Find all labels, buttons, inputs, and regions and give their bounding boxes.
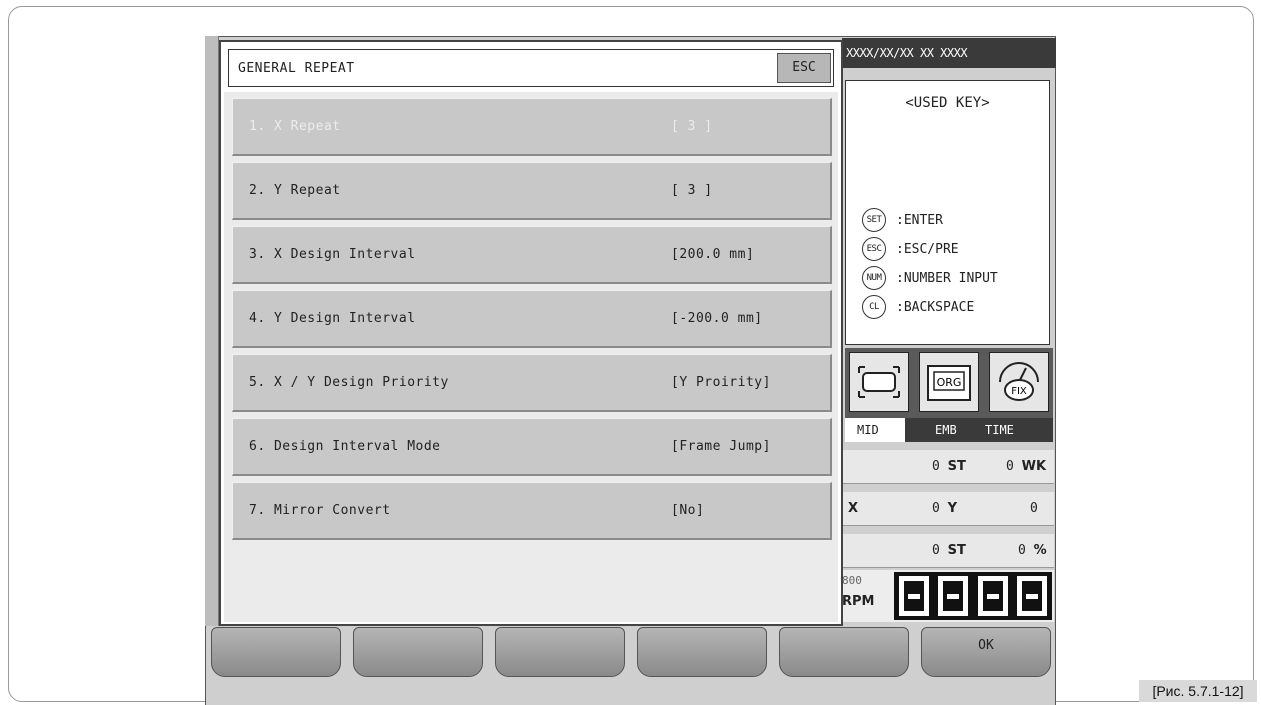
dialog-body: 1. X Repeat [ 3 ] 2. Y Repeat [ 3 ] 3. X… — [224, 92, 838, 622]
dialog-title: GENERAL REPEAT — [238, 61, 355, 76]
soft-key-4[interactable] — [637, 627, 767, 677]
key-label: :ENTER — [896, 212, 943, 228]
menu-item-value: [Frame Jump] — [671, 439, 771, 454]
screen-left-edge — [205, 36, 219, 626]
key-label: :ESC/PRE — [896, 241, 959, 257]
menu-item-y-repeat[interactable]: 2. Y Repeat [ 3 ] — [232, 162, 832, 220]
general-repeat-dialog: GENERAL REPEAT ESC 1. X Repeat [ 3 ] 2. … — [219, 40, 843, 626]
stat-row-stitch-percent: 0 ST 0 % — [842, 534, 1054, 568]
rpm-unit: RPM — [842, 594, 875, 609]
segment-digit — [938, 576, 969, 616]
menu-item-label: 2. Y Repeat — [249, 183, 341, 198]
menu-item-y-design-interval[interactable]: 4. Y Design Interval [-200.0 mm] — [232, 290, 832, 348]
key-label: :NUMBER INPUT — [896, 270, 998, 286]
menu-item-label: 1. X Repeat — [249, 119, 341, 134]
used-keys-title: <USED KEY> — [905, 95, 990, 111]
soft-key-1[interactable] — [211, 627, 341, 677]
fix-gauge-icon[interactable]: FIX — [989, 352, 1049, 412]
percent-value: 0 % — [1018, 543, 1047, 558]
menu-item-mirror-convert[interactable]: 7. Mirror Convert [No] — [232, 482, 832, 540]
menu-item-value: [Y Proirity] — [671, 375, 771, 390]
segment-digit — [977, 576, 1008, 616]
menu-item-label: 4. Y Design Interval — [249, 311, 416, 326]
x-label: X — [848, 501, 859, 516]
segment-digit — [1017, 576, 1048, 616]
menu-item-xy-design-priority[interactable]: 5. X / Y Design Priority [Y Proirity] — [232, 354, 832, 412]
menu-item-x-design-interval[interactable]: 3. X Design Interval [200.0 mm] — [232, 226, 832, 284]
menu-item-label: 3. X Design Interval — [249, 247, 416, 262]
origin-icon[interactable]: ORG — [919, 352, 979, 412]
stitch-count: 0 ST — [932, 459, 966, 474]
mode-icons-bar: ORG FIX — [845, 348, 1053, 418]
y-value: 0 — [1030, 501, 1038, 516]
fix-icon-label: FIX — [1011, 386, 1027, 397]
mode-label-emb: EMB — [935, 423, 957, 437]
soft-key-5[interactable] — [779, 627, 909, 677]
set-key-icon: SET — [862, 208, 886, 232]
menu-item-value: [ 3 ] — [671, 183, 713, 198]
menu-item-design-interval-mode[interactable]: 6. Design Interval Mode [Frame Jump] — [232, 418, 832, 476]
menu-item-value: [-200.0 mm] — [671, 311, 763, 326]
segment-digit — [898, 576, 929, 616]
used-keys-panel: <USED KEY> SET :ENTER ESC :ESC/PRE NUM :… — [845, 80, 1050, 345]
esc-key-icon: ESC — [862, 237, 886, 261]
frame-mid-icon[interactable] — [849, 352, 909, 412]
menu-item-value: [ 3 ] — [671, 119, 713, 134]
date-time-bar: XXXX/XX/XX XX XXXX — [842, 38, 1056, 68]
rpm-row: 800 RPM — [842, 570, 1054, 622]
key-row-num: NUM :NUMBER INPUT — [862, 265, 998, 291]
stitch-count-2: 0 ST — [932, 543, 966, 558]
ok-button[interactable]: OK — [921, 627, 1051, 677]
mode-label-time: TIME — [985, 423, 1014, 437]
mode-label-mid: MID — [845, 418, 905, 442]
stat-row-xy: X 0 Y 0 — [842, 492, 1054, 526]
key-row-cl: CL :BACKSPACE — [862, 294, 974, 320]
origin-icon-label: ORG — [937, 376, 962, 389]
cl-key-icon: CL — [862, 295, 886, 319]
soft-key-2[interactable] — [353, 627, 483, 677]
num-key-icon: NUM — [862, 266, 886, 290]
menu-item-x-repeat: 1. X Repeat [ 3 ] — [232, 98, 832, 156]
key-row-esc: ESC :ESC/PRE — [862, 236, 959, 262]
key-row-set: SET :ENTER — [862, 207, 943, 233]
figure-caption: [Рис. 5.7.1-12] — [1139, 680, 1257, 702]
menu-item-label: 5. X / Y Design Priority — [249, 375, 449, 390]
menu-item-value: [200.0 mm] — [671, 247, 755, 262]
menu-item-value: [No] — [671, 503, 705, 518]
soft-key-3[interactable] — [495, 627, 625, 677]
work-count: 0 WK — [1006, 459, 1047, 474]
seven-segment-display — [894, 572, 1052, 620]
menu-item-label: 6. Design Interval Mode — [249, 439, 441, 454]
esc-button[interactable]: ESC — [777, 53, 831, 83]
dialog-header: GENERAL REPEAT ESC — [228, 49, 834, 87]
mode-labels-bar: MID EMB TIME — [845, 418, 1053, 442]
stat-row-stitch-work: 0 ST 0 WK — [842, 450, 1054, 484]
key-label: :BACKSPACE — [896, 299, 975, 315]
rpm-value: 800 — [842, 574, 862, 587]
menu-item-label: 7. Mirror Convert — [249, 503, 391, 518]
x-value: 0 Y — [932, 501, 958, 516]
